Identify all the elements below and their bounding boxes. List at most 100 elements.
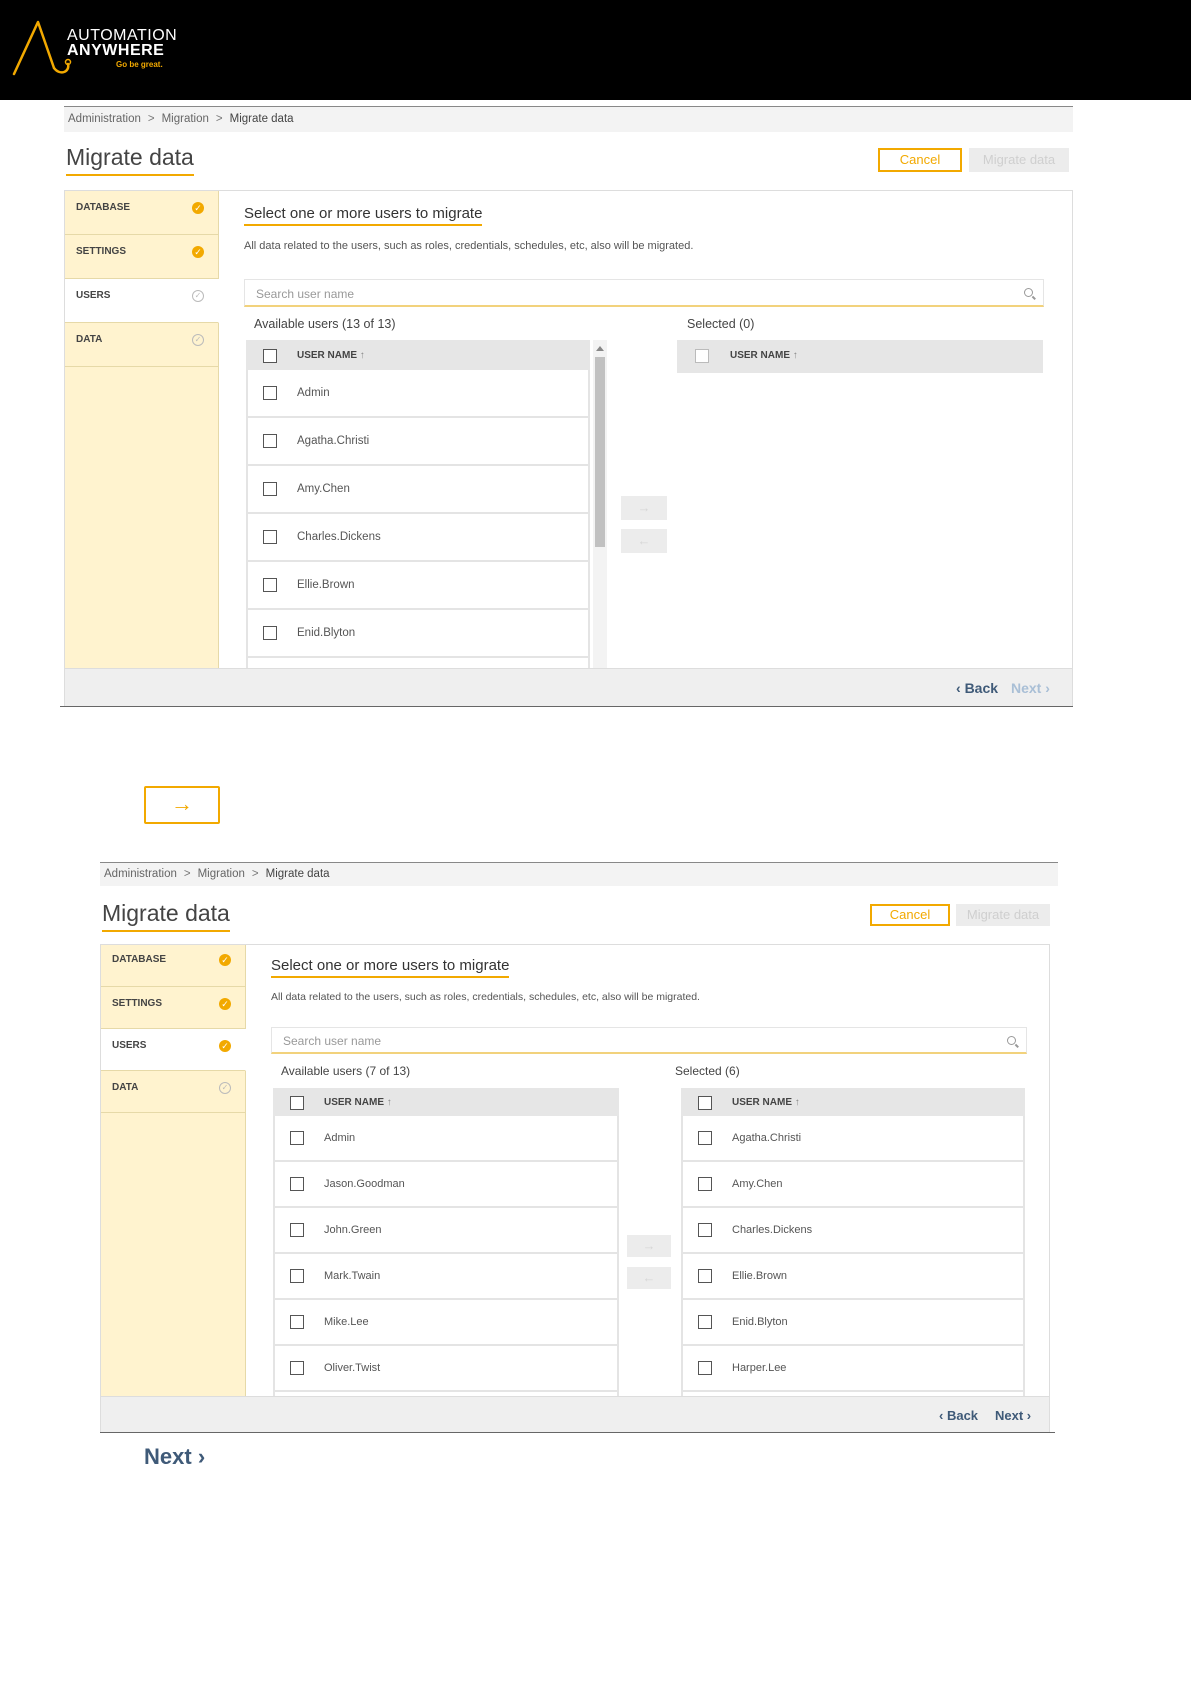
wizard-panel: DATABASE ✓ SETTINGS ✓ USERS ✓ DATA ✓ Sel… xyxy=(64,190,1073,707)
scroll-thumb[interactable] xyxy=(595,357,605,547)
list-item[interactable]: Mike.Lee xyxy=(275,1300,617,1346)
wizard-footer: ‹ Back Next › xyxy=(65,668,1072,706)
step-label: SETTINGS xyxy=(76,246,127,257)
scroll-up-icon[interactable] xyxy=(596,346,604,351)
selected-users-label: Selected (6) xyxy=(675,1064,740,1078)
row-checkbox[interactable] xyxy=(698,1177,712,1191)
select-all-checkbox[interactable] xyxy=(290,1096,304,1110)
row-checkbox[interactable] xyxy=(263,386,277,400)
user-name: Charles.Dickens xyxy=(297,531,381,543)
check-circle-icon: ✓ xyxy=(219,1040,231,1052)
list-item[interactable]: Ellie.Brown xyxy=(248,562,588,610)
select-all-checkbox[interactable] xyxy=(263,349,277,363)
row-checkbox[interactable] xyxy=(698,1315,712,1329)
section-heading: Select one or more users to migrate xyxy=(271,957,510,978)
migrate-data-button[interactable]: Migrate data xyxy=(956,904,1050,926)
step-data[interactable]: DATA ✓ xyxy=(101,1071,245,1113)
user-name: Agatha.Christi xyxy=(732,1132,802,1144)
step-users[interactable]: USERS ✓ xyxy=(101,1029,246,1071)
step-database[interactable]: DATABASE ✓ xyxy=(65,191,218,235)
list-item[interactable]: Agatha.Christi xyxy=(683,1116,1023,1162)
list-item[interactable]: Charles.Dickens xyxy=(683,1208,1023,1254)
breadcrumb-migration[interactable]: Migration xyxy=(198,868,245,880)
user-name: Oliver.Twist xyxy=(324,1362,381,1374)
section-heading: Select one or more users to migrate xyxy=(244,205,483,226)
back-button[interactable]: ‹ Back xyxy=(939,1408,978,1423)
migrate-data-button[interactable]: Migrate data xyxy=(969,148,1069,172)
row-checkbox[interactable] xyxy=(698,1131,712,1145)
check-circle-icon: ✓ xyxy=(192,202,204,214)
screen-after: Administration > Migration > Migrate data Mi… xyxy=(100,862,1058,1433)
move-left-button[interactable]: ← xyxy=(621,529,667,553)
row-checkbox[interactable] xyxy=(290,1131,304,1145)
column-header-user-name[interactable]: USER NAME ↑ xyxy=(297,350,365,361)
column-header-user-name[interactable]: USER NAME ↑ xyxy=(730,350,798,361)
search-input[interactable]: Search user name xyxy=(271,1027,1027,1054)
list-item[interactable]: Amy.Chen xyxy=(683,1162,1023,1208)
next-button[interactable]: Next › xyxy=(1011,680,1050,696)
list-item[interactable]: Ellie.Brown xyxy=(683,1254,1023,1300)
row-checkbox[interactable] xyxy=(290,1223,304,1237)
brand-tagline: Go be great. xyxy=(116,60,163,69)
list-item[interactable]: Jason.Goodman xyxy=(275,1162,617,1208)
user-name: Agatha.Christi xyxy=(297,435,370,447)
breadcrumb: Administration > Migration > Migrate data xyxy=(100,862,1058,886)
step-label: USERS xyxy=(76,290,111,301)
row-checkbox[interactable] xyxy=(263,578,277,592)
breadcrumb-migration[interactable]: Migration xyxy=(162,113,209,125)
list-item[interactable]: Agatha.Christi xyxy=(248,418,588,466)
step-users[interactable]: USERS ✓ xyxy=(65,279,219,323)
list-item[interactable]: Enid.Blyton xyxy=(248,610,588,658)
breadcrumb-current: Migrate data xyxy=(229,113,294,125)
step-settings[interactable]: SETTINGS ✓ xyxy=(65,235,218,279)
row-checkbox[interactable] xyxy=(263,530,277,544)
search-input[interactable]: Search user name xyxy=(244,279,1044,307)
row-checkbox[interactable] xyxy=(290,1315,304,1329)
selected-grid-header: USER NAME ↑ xyxy=(681,1088,1025,1116)
list-item[interactable]: Admin xyxy=(248,370,588,418)
breadcrumb-administration[interactable]: Administration xyxy=(104,868,177,880)
list-item[interactable]: Charles.Dickens xyxy=(248,514,588,562)
row-checkbox[interactable] xyxy=(290,1269,304,1283)
screen-before: Administration > Migration > Migrate data Mi… xyxy=(64,106,1073,707)
select-all-checkbox[interactable] xyxy=(695,349,709,363)
row-checkbox[interactable] xyxy=(263,482,277,496)
row-checkbox[interactable] xyxy=(290,1361,304,1375)
scrollbar[interactable] xyxy=(593,340,607,707)
row-checkbox[interactable] xyxy=(263,626,277,640)
row-checkbox[interactable] xyxy=(698,1269,712,1283)
move-left-button[interactable]: ← xyxy=(627,1267,671,1289)
list-item[interactable]: Harper.Lee xyxy=(683,1346,1023,1392)
next-button[interactable]: Next › xyxy=(995,1408,1031,1423)
list-item[interactable]: Enid.Blyton xyxy=(683,1300,1023,1346)
move-right-button[interactable]: → xyxy=(627,1235,671,1257)
available-grid-header: USER NAME ↑ xyxy=(246,340,590,370)
step-data[interactable]: DATA ✓ xyxy=(65,323,218,367)
next-callout: Next › xyxy=(144,1444,206,1469)
row-checkbox[interactable] xyxy=(290,1177,304,1191)
user-name: Ellie.Brown xyxy=(297,579,355,591)
breadcrumb-administration[interactable]: Administration xyxy=(68,113,141,125)
step-settings[interactable]: SETTINGS ✓ xyxy=(101,987,245,1029)
cancel-button[interactable]: Cancel xyxy=(870,904,950,926)
step-database[interactable]: DATABASE ✓ xyxy=(101,945,245,987)
sort-arrow-icon: ↑ xyxy=(386,1097,392,1108)
row-checkbox[interactable] xyxy=(698,1223,712,1237)
list-item[interactable]: Mark.Twain xyxy=(275,1254,617,1300)
top-header: AUTOMATION ANYWHERE Go be great. xyxy=(0,0,1191,100)
list-item[interactable]: John.Green xyxy=(275,1208,617,1254)
step-label: USERS xyxy=(112,1040,147,1051)
column-header-user-name[interactable]: USER NAME ↑ xyxy=(324,1097,392,1108)
cancel-button[interactable]: Cancel xyxy=(878,148,962,172)
move-right-button[interactable]: → xyxy=(621,496,667,520)
list-item[interactable]: Oliver.Twist xyxy=(275,1346,617,1392)
section-description: All data related to the users, such as r… xyxy=(271,991,700,1003)
step-label: DATABASE xyxy=(112,954,167,965)
list-item[interactable]: Admin xyxy=(275,1116,617,1162)
select-all-checkbox[interactable] xyxy=(698,1096,712,1110)
list-item[interactable]: Amy.Chen xyxy=(248,466,588,514)
row-checkbox[interactable] xyxy=(698,1361,712,1375)
column-header-user-name[interactable]: USER NAME ↑ xyxy=(732,1097,800,1108)
back-button[interactable]: ‹ Back xyxy=(956,680,998,696)
row-checkbox[interactable] xyxy=(263,434,277,448)
